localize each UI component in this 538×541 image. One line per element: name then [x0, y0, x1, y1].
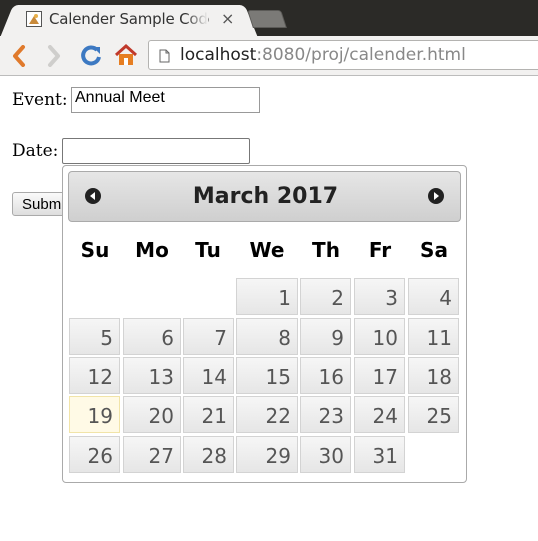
day-cell[interactable]: 19 [69, 396, 120, 433]
day-cell[interactable]: 27 [123, 436, 181, 473]
forward-icon[interactable] [47, 45, 61, 72]
day-cell[interactable]: 6 [123, 318, 181, 355]
weekday-header: Fr [368, 238, 392, 262]
day-cell[interactable]: 29 [236, 436, 298, 473]
day-cell[interactable]: 26 [69, 436, 120, 473]
tab-title-fade [186, 9, 208, 29]
weekday-header: Tu [195, 238, 221, 262]
page-icon [159, 48, 170, 63]
close-tab-icon[interactable]: × [221, 9, 234, 28]
day-cell[interactable]: 12 [69, 357, 120, 394]
day-cell[interactable]: 5 [69, 318, 120, 355]
day-cell[interactable]: 30 [300, 436, 351, 473]
day-cell[interactable]: 16 [300, 357, 351, 394]
url-host: localhost [180, 45, 257, 65]
url-text: localhost:8080/proj/calender.html [180, 45, 466, 65]
day-cell[interactable]: 1 [236, 278, 298, 315]
day-cell[interactable]: 23 [300, 396, 351, 433]
day-cell[interactable]: 21 [183, 396, 234, 433]
day-cell[interactable]: 22 [236, 396, 298, 433]
day-cell[interactable]: 24 [354, 396, 405, 433]
day-cell[interactable]: 3 [354, 278, 405, 315]
day-cell[interactable]: 8 [236, 318, 298, 355]
datepicker: March 2017 Su Mo Tu We Th Fr Sa 1 2 3 4 5 6 7 8 9 10 11 12… [62, 165, 467, 483]
weekday-header: Th [312, 238, 340, 262]
url-path: :8080/proj/calender.html [256, 45, 466, 65]
day-cell[interactable]: 2 [300, 278, 351, 315]
weekday-header: We [249, 238, 285, 262]
weekday-header: Mo [135, 238, 169, 262]
day-cell[interactable]: 11 [408, 318, 459, 355]
browser-tab[interactable]: Calender Sample Code × [16, 5, 242, 36]
day-cell[interactable]: 25 [408, 396, 459, 433]
day-cell[interactable]: 10 [354, 318, 405, 355]
tab-bar: Calender Sample Code × [0, 0, 538, 36]
date-input[interactable] [62, 138, 250, 164]
new-tab-button[interactable] [247, 10, 287, 28]
day-cell[interactable]: 13 [123, 357, 181, 394]
day-cell[interactable]: 28 [183, 436, 234, 473]
day-cell[interactable]: 4 [408, 278, 459, 315]
tab-title: Calender Sample Code [49, 10, 209, 28]
date-label: Date: [12, 141, 59, 161]
event-input[interactable]: Annual Meet [71, 87, 260, 113]
event-label: Event: [12, 90, 68, 110]
day-cell[interactable]: 17 [354, 357, 405, 394]
day-cell[interactable]: 15 [236, 357, 298, 394]
day-cell[interactable]: 7 [183, 318, 234, 355]
home-icon[interactable] [114, 43, 138, 67]
reload-icon[interactable] [80, 44, 102, 66]
weekday-header: Su [80, 238, 110, 262]
day-cell[interactable]: 31 [354, 436, 405, 473]
day-cell[interactable]: 9 [300, 318, 351, 355]
datepicker-month-title: March 2017 [192, 184, 339, 209]
day-cell[interactable]: 20 [123, 396, 181, 433]
day-cell[interactable]: 14 [183, 357, 234, 394]
datepicker-header: March 2017 [68, 171, 461, 222]
weekday-header: Sa [420, 238, 448, 262]
url-bar[interactable]: localhost:8080/proj/calender.html [148, 40, 538, 70]
favicon-icon [26, 11, 42, 27]
browser-toolbar: localhost:8080/proj/calender.html [0, 36, 538, 76]
next-month-icon[interactable] [427, 187, 445, 205]
back-icon[interactable] [12, 45, 26, 72]
day-cell[interactable]: 18 [408, 357, 459, 394]
